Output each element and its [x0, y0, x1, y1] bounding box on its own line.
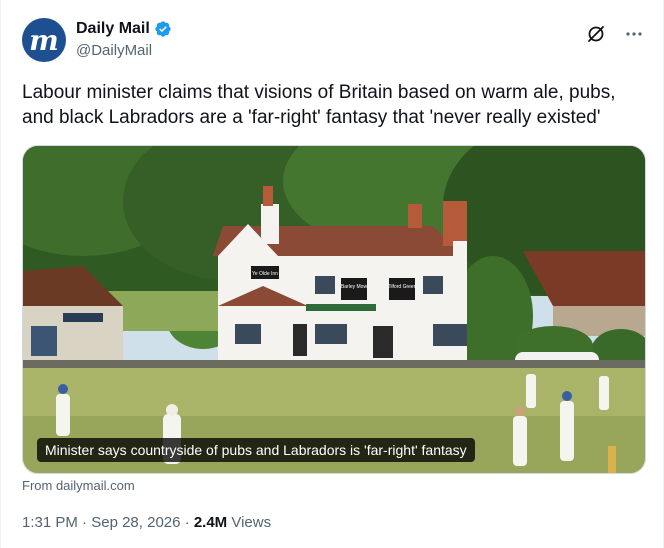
- handle[interactable]: @DailyMail: [76, 42, 172, 59]
- sign-left: Barley Mow: [341, 284, 368, 290]
- verified-badge-icon[interactable]: [154, 20, 172, 38]
- views-count: 2.4M: [193, 514, 228, 531]
- grok-icon[interactable]: [586, 24, 606, 44]
- source-link[interactable]: From dailymail.com: [22, 478, 135, 493]
- meta-separator-2: ·: [184, 514, 190, 531]
- tweet-header: m Daily Mail @DailyMail: [22, 18, 646, 66]
- views-label: Views: [231, 514, 272, 531]
- more-icon[interactable]: [624, 24, 644, 44]
- media-card[interactable]: Ye Olde Inn Barley Mow Tilford Green Min…: [22, 145, 646, 474]
- pub-sign: Ye Olde Inn: [252, 271, 278, 277]
- media-image: Ye Olde Inn Barley Mow Tilford Green: [23, 146, 645, 473]
- meta-separator-1: ·: [82, 514, 88, 531]
- tweet-date[interactable]: Sep 28, 2026: [91, 514, 180, 531]
- tweet-time[interactable]: 1:31 PM: [22, 514, 78, 531]
- left-border: [0, 0, 1, 548]
- display-name[interactable]: Daily Mail: [76, 20, 150, 38]
- tweet-text: Labour minister claims that visions of B…: [22, 82, 616, 128]
- sign-right: Tilford Green: [388, 284, 417, 290]
- display-name-row: Daily Mail: [76, 20, 172, 38]
- tweet-meta: 1:31 PM · Sep 28, 2026 · 2.4M Views: [22, 514, 271, 531]
- avatar[interactable]: m: [22, 18, 66, 62]
- media-caption: Minister says countryside of pubs and La…: [37, 438, 475, 462]
- author-names: Daily Mail @DailyMail: [76, 20, 172, 59]
